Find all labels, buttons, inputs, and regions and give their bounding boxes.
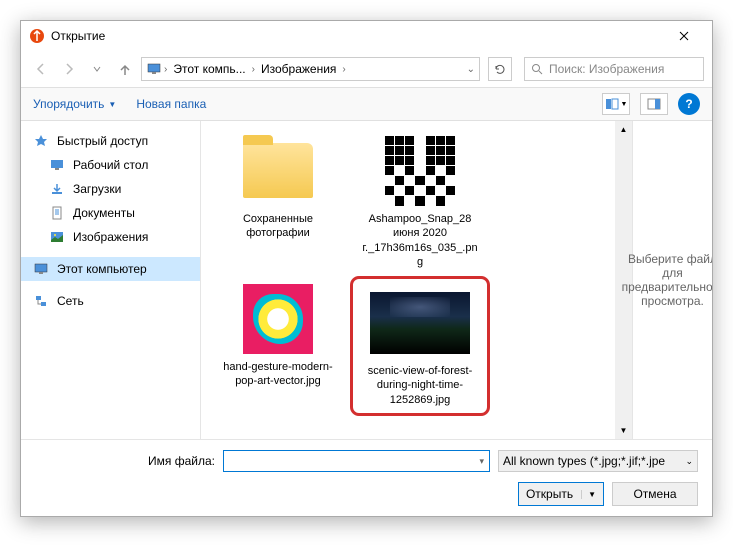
bottom-panel: Имя файла: All known types (*.jpg;*.jif;…	[21, 439, 712, 516]
scroll-down-button[interactable]: ▼	[615, 422, 632, 439]
document-icon	[49, 205, 65, 221]
scroll-up-button[interactable]: ▲	[615, 121, 632, 138]
sidebar: Быстрый доступ Рабочий стол Загрузки Док…	[21, 121, 201, 439]
filename-input[interactable]	[223, 450, 490, 472]
help-icon: ?	[685, 97, 692, 111]
sidebar-item-desktop[interactable]: Рабочий стол	[21, 153, 200, 177]
monitor-icon	[146, 61, 162, 77]
network-icon	[33, 293, 49, 309]
content-area: Сохраненные фотографии Ashampoo_Snap_28 …	[201, 121, 712, 439]
help-button[interactable]: ?	[678, 93, 700, 115]
forward-button[interactable]	[57, 57, 81, 81]
organize-button[interactable]: Упорядочить ▼	[33, 97, 116, 111]
refresh-icon	[494, 63, 506, 75]
sidebar-item-network[interactable]: Сеть	[21, 289, 200, 313]
toolbar: Упорядочить ▼ Новая папка ▼ ?	[21, 87, 712, 121]
crumb-pictures[interactable]: Изображения	[257, 62, 340, 76]
search-placeholder: Поиск: Изображения	[549, 62, 664, 76]
refresh-button[interactable]	[488, 57, 512, 81]
arrow-right-icon	[62, 62, 76, 76]
chevron-right-icon: ›	[342, 64, 345, 75]
folder-icon	[243, 143, 313, 198]
chevron-down-icon: ▼	[581, 490, 596, 499]
sidebar-item-documents[interactable]: Документы	[21, 201, 200, 225]
sidebar-item-quickaccess[interactable]: Быстрый доступ	[21, 129, 200, 153]
download-icon	[49, 181, 65, 197]
sidebar-item-thispc[interactable]: Этот компьютер	[21, 257, 200, 281]
search-input[interactable]: Поиск: Изображения	[524, 57, 704, 81]
preview-panel: Выберите файл для предварительного просм…	[632, 121, 712, 439]
search-icon	[531, 63, 543, 75]
preview-toggle-button[interactable]	[640, 93, 668, 115]
open-button[interactable]: Открыть ▼	[518, 482, 604, 506]
filename-label: Имя файла:	[35, 454, 215, 468]
crumb-thispc[interactable]: Этот компь...	[169, 62, 249, 76]
cancel-button[interactable]: Отмена	[612, 482, 698, 506]
image-thumbnail	[243, 284, 313, 354]
app-icon	[29, 28, 45, 44]
preview-icon	[647, 98, 661, 110]
breadcrumb[interactable]: › Этот компь... › Изображения › ⌄	[141, 57, 480, 81]
arrow-up-icon	[118, 62, 132, 76]
back-button[interactable]	[29, 57, 53, 81]
titlebar: Открытие	[21, 21, 712, 51]
chevron-down-icon: ⌄	[685, 456, 693, 467]
close-icon	[679, 31, 689, 41]
image-thumbnail	[370, 292, 470, 354]
chevron-right-icon: ›	[252, 64, 255, 75]
file-item-folder[interactable]: Сохраненные фотографии	[213, 133, 343, 269]
main-area: Быстрый доступ Рабочий стол Загрузки Док…	[21, 121, 712, 439]
monitor-icon	[33, 261, 49, 277]
close-button[interactable]	[664, 21, 704, 51]
sidebar-item-pictures[interactable]: Изображения	[21, 225, 200, 249]
navbar: › Этот компь... › Изображения › ⌄ Поиск:…	[21, 51, 712, 87]
file-list[interactable]: Сохраненные фотографии Ashampoo_Snap_28 …	[201, 121, 615, 439]
up-button[interactable]	[113, 57, 137, 81]
desktop-icon	[49, 157, 65, 173]
sidebar-item-downloads[interactable]: Загрузки	[21, 177, 200, 201]
recent-button[interactable]	[85, 57, 109, 81]
file-item-night[interactable]: scenic-view-of-forest-during-night-time-…	[355, 281, 485, 411]
star-icon	[33, 133, 49, 149]
chevron-right-icon: ›	[164, 64, 167, 75]
qr-thumbnail	[385, 136, 455, 206]
arrow-left-icon	[34, 62, 48, 76]
open-file-dialog: Открытие › Этот компь... › Изображения ›…	[20, 20, 713, 517]
view-button[interactable]: ▼	[602, 93, 630, 115]
dialog-title: Открытие	[51, 29, 664, 43]
newfolder-button[interactable]: Новая папка	[136, 97, 206, 111]
filetype-select[interactable]: All known types (*.jpg;*.jif;*.jpe ⌄	[498, 450, 698, 472]
file-item-qr[interactable]: Ashampoo_Snap_28 июня 2020 г._17h36m16s_…	[355, 133, 485, 269]
chevron-down-icon	[92, 64, 102, 74]
file-item-popart[interactable]: hand-gesture-modern-pop-art-vector.jpg	[213, 281, 343, 411]
layout-icon	[605, 98, 619, 110]
chevron-down-icon[interactable]: ⌄	[467, 64, 475, 75]
picture-icon	[49, 229, 65, 245]
